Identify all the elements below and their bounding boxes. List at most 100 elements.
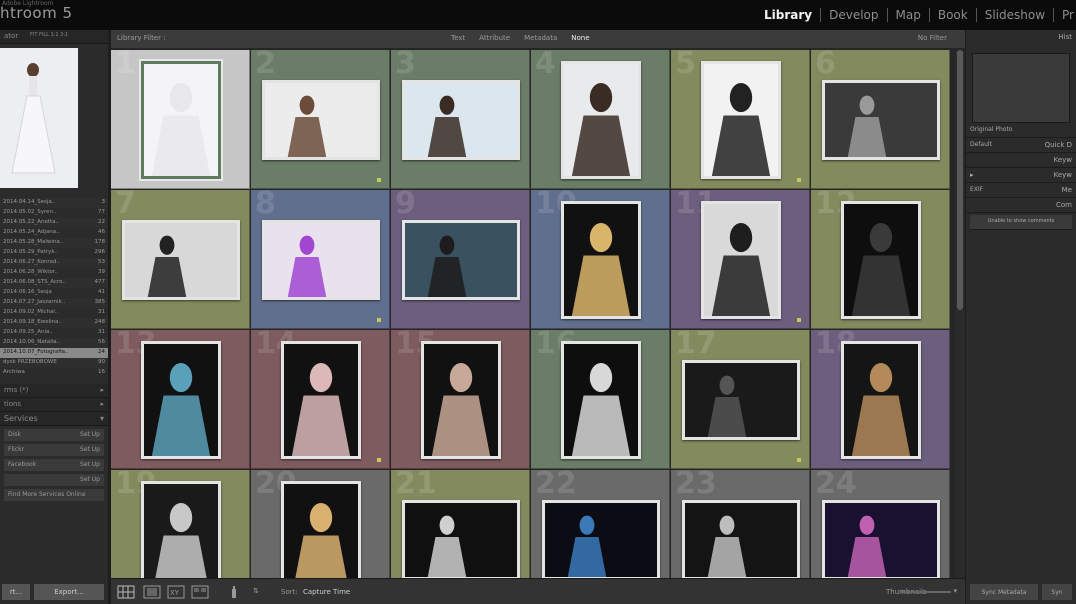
filter-tab-text[interactable]: Text [451, 34, 465, 42]
folder-row[interactable]: 2014.10.06_Natalia.. 56 [0, 338, 108, 348]
photo-cell[interactable]: 24 [811, 466, 950, 578]
sync-settings-button[interactable]: Syn [1042, 584, 1072, 600]
sync-metadata-button[interactable]: Sync Metadata [970, 584, 1038, 600]
photo-cell[interactable]: 9 [391, 186, 530, 329]
navigator-header[interactable]: ator FIT FILL 1:1 3:1 [0, 30, 108, 44]
photo-thumbnail[interactable] [701, 61, 781, 179]
filter-tab-metadata[interactable]: Metadata [524, 34, 557, 42]
photo-cell[interactable]: 4 [531, 50, 670, 189]
import-button[interactable]: rt... [2, 584, 30, 600]
photo-cell[interactable]: 6 [811, 50, 950, 189]
folder-row[interactable]: 2014.06.08_STS_Acro.. 477 [0, 278, 108, 288]
export-button[interactable]: Export... [34, 584, 104, 600]
publish-services-header[interactable]: Services ▾ [0, 412, 108, 426]
photo-cell[interactable]: 8 [251, 186, 390, 329]
folder-row[interactable]: 2014.06.28_Wiktor.. 39 [0, 268, 108, 278]
photo-cell[interactable]: 11 [671, 186, 810, 329]
photo-cell[interactable]: 12 [811, 186, 950, 329]
scrollbar-thumb[interactable] [957, 50, 963, 310]
folder-row[interactable]: 2014.07.27_Jaszarnik.. 385 [0, 298, 108, 308]
photo-cell[interactable]: 2 [251, 50, 390, 189]
publish-service-row[interactable]: Find More Services Online [4, 489, 104, 501]
photo-cell[interactable]: 21 [391, 466, 530, 578]
toolbar-menu-icon[interactable]: ▾ [953, 587, 957, 595]
metadata-preset[interactable]: EXIF [970, 186, 983, 193]
photo-thumbnail[interactable] [421, 341, 501, 459]
thumbnail-size-slider[interactable] [901, 591, 951, 593]
folder-row[interactable]: 2014.05.29_Patryk.. 296 [0, 248, 108, 258]
publish-service-row[interactable]: Set Up [4, 474, 104, 486]
quick-develop-header[interactable]: Default Quick D [966, 138, 1076, 153]
publish-service-row[interactable]: Flickr Set Up [4, 444, 104, 456]
survey-view-icon[interactable] [191, 585, 209, 599]
photo-thumbnail[interactable] [561, 61, 641, 179]
photo-cell[interactable]: 22 [531, 466, 670, 578]
photo-thumbnail[interactable] [542, 500, 660, 578]
keyword-list-header[interactable]: ▸ Keyw [966, 168, 1076, 183]
folder-row[interactable]: 2014.05.24_Adjana.. 46 [0, 228, 108, 238]
photo-cell[interactable]: 15 [391, 326, 530, 469]
publish-setup-button[interactable]: Set Up [80, 431, 100, 439]
photo-thumbnail[interactable] [402, 500, 520, 578]
folder-row[interactable]: 2014.05.02_Syren.. 77 [0, 208, 108, 218]
publish-service-row[interactable]: Facebook Set Up [4, 459, 104, 471]
photo-thumbnail[interactable] [281, 481, 361, 578]
photo-thumbnail[interactable] [682, 360, 800, 440]
photo-cell[interactable]: 17 [671, 326, 810, 469]
photo-thumbnail[interactable] [141, 341, 221, 459]
folder-row[interactable]: Archiwa 16 [0, 368, 108, 378]
publish-service-row[interactable]: Disk Set Up [4, 429, 104, 441]
photo-cell[interactable]: 18 [811, 326, 950, 469]
photo-cell[interactable]: 23 [671, 466, 810, 578]
photo-cell[interactable]: 20 [251, 466, 390, 578]
photo-cell[interactable]: 5 [671, 50, 810, 189]
photo-thumbnail[interactable] [262, 80, 380, 160]
loupe-view-icon[interactable] [143, 585, 161, 599]
photo-thumbnail[interactable] [822, 80, 940, 160]
photo-thumbnail[interactable] [402, 220, 520, 300]
original-photo-checkbox[interactable]: Original Photo [966, 123, 1076, 138]
sort-direction-icon[interactable]: ⇅ [253, 587, 259, 601]
spray-can-icon[interactable] [229, 585, 239, 599]
publish-setup-button[interactable]: Set Up [80, 461, 100, 469]
photo-thumbnail[interactable] [841, 201, 921, 319]
folder-row[interactable]: 2014.05.22_Anetta.. 22 [0, 218, 108, 228]
photo-thumbnail[interactable] [122, 220, 240, 300]
photo-cell[interactable]: 13 [111, 326, 250, 469]
module-library[interactable]: Library [756, 8, 822, 22]
folder-row[interactable]: 2014.05.28_Malwina.. 178 [0, 238, 108, 248]
photo-thumbnail[interactable] [561, 201, 641, 319]
photo-cell[interactable]: 14 [251, 326, 390, 469]
navigator-zoom[interactable]: FIT FILL 1:1 3:1 [30, 32, 68, 38]
grid-view-icon[interactable] [117, 585, 135, 599]
module-book[interactable]: Book [930, 8, 977, 22]
photo-cell[interactable]: 19 [111, 466, 250, 578]
photo-cell[interactable]: 1 [111, 50, 250, 189]
collections-header[interactable]: tions ▸ [0, 398, 108, 412]
photo-thumbnail[interactable] [402, 80, 520, 160]
folder-row[interactable]: 2014.04.14_Sesja.. 3 [0, 198, 108, 208]
module-pr[interactable]: Pr [1054, 8, 1074, 22]
filter-tab-attribute[interactable]: Attribute [479, 34, 510, 42]
photo-thumbnail[interactable] [822, 500, 940, 578]
module-slideshow[interactable]: Slideshow [977, 8, 1055, 22]
grid-scrollbar[interactable] [955, 50, 965, 578]
photo-cell[interactable]: 7 [111, 186, 250, 329]
publish-setup-button[interactable]: Set Up [80, 476, 100, 484]
photo-thumbnail[interactable] [141, 61, 221, 179]
filter-preset[interactable]: No Filter [918, 34, 947, 42]
photo-thumbnail[interactable] [701, 201, 781, 319]
folder-row[interactable]: dysk PRZEBOBOWE 90 [0, 358, 108, 368]
photo-thumbnail[interactable] [141, 481, 221, 578]
folder-row[interactable]: 2014.06.27_Konrad.. 53 [0, 258, 108, 268]
photo-thumbnail[interactable] [281, 341, 361, 459]
comments-header[interactable]: Com [966, 198, 1076, 213]
photo-cell[interactable]: 10 [531, 186, 670, 329]
module-develop[interactable]: Develop [821, 8, 888, 22]
quick-develop-preset[interactable]: Default [970, 141, 992, 148]
photo-thumbnail[interactable] [561, 341, 641, 459]
photo-thumbnail[interactable] [841, 341, 921, 459]
folder-row[interactable]: 2014.06.16_Sesja 41 [0, 288, 108, 298]
module-map[interactable]: Map [888, 8, 930, 22]
folder-row[interactable]: 2014.10.07_Fotografia.. 24 [0, 348, 108, 358]
